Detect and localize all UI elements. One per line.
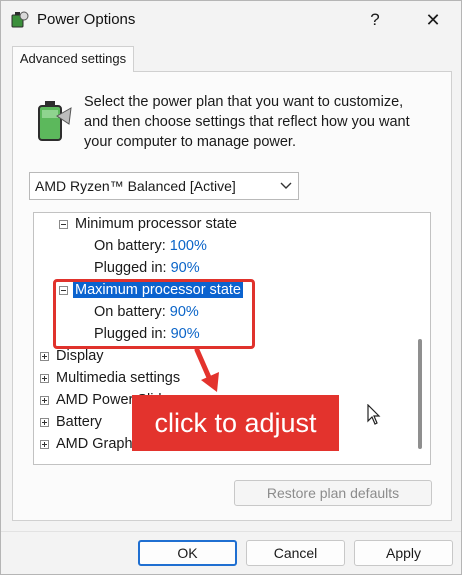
power-options-window: Power Options ? ✕ Advanced settings Sele… — [0, 0, 462, 575]
chevron-down-icon — [280, 182, 292, 189]
expand-amd-power-slider-toggle[interactable] — [40, 396, 49, 405]
title-bar: Power Options ? ✕ — [1, 1, 461, 39]
description-text: Select the power plan that you want to c… — [84, 94, 410, 150]
power-options-app-icon — [11, 11, 29, 28]
help-button[interactable]: ? — [361, 6, 389, 34]
min-on-battery-value[interactable]: 100% — [170, 238, 207, 254]
expand-multimedia-toggle[interactable] — [40, 374, 49, 383]
annotation-arrow-icon — [194, 347, 219, 392]
tree-scrollbar-thumb[interactable] — [418, 339, 422, 449]
expand-battery-toggle[interactable] — [40, 418, 49, 427]
close-button[interactable]: ✕ — [419, 6, 447, 34]
tree-item-min-plugged-in[interactable]: Plugged in: 90% — [94, 257, 200, 279]
plugged-in-label: Plugged in: — [94, 260, 167, 276]
mouse-cursor-icon — [367, 404, 381, 425]
tree-item-min-state[interactable]: Minimum processor state — [75, 213, 237, 235]
ok-button[interactable]: OK — [138, 540, 237, 566]
annotation-callout: click to adjust — [132, 395, 339, 451]
collapse-min-state-toggle[interactable] — [59, 220, 68, 229]
tree-item-min-on-battery[interactable]: On battery: 100% — [94, 235, 207, 257]
tree-item-battery[interactable]: Battery — [56, 411, 102, 433]
power-plan-selected-value: AMD Ryzen™ Balanced [Active] — [35, 178, 236, 194]
tab-advanced-settings[interactable]: Advanced settings — [12, 46, 134, 72]
apply-button[interactable]: Apply — [354, 540, 453, 566]
cancel-button[interactable]: Cancel — [246, 540, 345, 566]
tree-item-amd-graphics[interactable]: AMD Graph — [56, 433, 133, 455]
restore-plan-defaults-button[interactable]: Restore plan defaults — [234, 480, 432, 506]
expand-amd-graphics-toggle[interactable] — [40, 440, 49, 449]
battery-plan-icon — [38, 101, 72, 141]
footer-divider — [1, 531, 461, 532]
power-plan-dropdown[interactable]: AMD Ryzen™ Balanced [Active] — [29, 172, 299, 200]
expand-display-toggle[interactable] — [40, 352, 49, 361]
annotation-highlight-box — [53, 279, 255, 349]
min-plugged-in-value[interactable]: 90% — [171, 260, 200, 276]
window-title: Power Options — [37, 11, 136, 28]
on-battery-label: On battery: — [94, 238, 166, 254]
tree-item-multimedia[interactable]: Multimedia settings — [56, 367, 180, 389]
